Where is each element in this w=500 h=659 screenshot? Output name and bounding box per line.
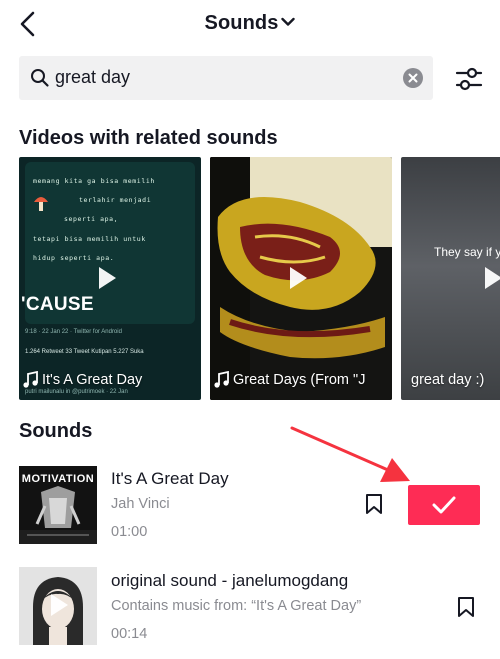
thumbnail-text: They say if y bbox=[434, 245, 500, 259]
video-card-caption: great day :) bbox=[411, 372, 484, 388]
sound-duration: 00:14 bbox=[111, 626, 148, 642]
thumbnail-text: memang kita ga bisa memilih bbox=[33, 177, 155, 185]
thumbnail-meta: putri mailunalu in @putrimoek · 22 Jan bbox=[25, 389, 128, 395]
video-card-caption-text: great day :) bbox=[411, 372, 485, 388]
header: Sounds bbox=[0, 0, 500, 50]
page-title[interactable]: Sounds bbox=[0, 12, 500, 35]
sound-cover bbox=[19, 567, 97, 645]
cover-text: MOTIVATION bbox=[21, 473, 95, 485]
videos-section-title: Videos with related sounds bbox=[19, 127, 278, 149]
mushroom-icon bbox=[34, 197, 48, 211]
use-sound-button[interactable] bbox=[408, 485, 480, 525]
sound-title: It's A Great Day bbox=[111, 469, 229, 488]
video-carousel: memang kita ga bisa memilih terlahir men… bbox=[19, 157, 500, 400]
search-input[interactable] bbox=[55, 67, 385, 88]
bookmark-icon[interactable] bbox=[457, 596, 475, 618]
sound-list-item[interactable]: original sound - janelumogdang Contains … bbox=[0, 567, 500, 647]
sound-artist: Jah Vinci bbox=[111, 496, 170, 512]
search-bar bbox=[19, 56, 433, 100]
sounds-section-title: Sounds bbox=[19, 420, 93, 442]
play-icon bbox=[51, 594, 68, 616]
video-card[interactable]: Great Days (From "J bbox=[210, 157, 392, 400]
play-icon bbox=[99, 267, 116, 289]
video-card[interactable]: They say if y great day :) bbox=[401, 157, 500, 400]
thumbnail-big-text: 'CAUSE bbox=[21, 294, 94, 315]
video-card[interactable]: memang kita ga bisa memilih terlahir men… bbox=[19, 157, 201, 400]
filter-sliders-icon[interactable] bbox=[455, 66, 483, 92]
music-note-icon bbox=[214, 371, 229, 388]
sound-cover: MOTIVATION bbox=[19, 466, 97, 544]
page-title-label: Sounds bbox=[204, 12, 279, 34]
thumbnail-text: hidup seperti apa. bbox=[33, 254, 115, 262]
search-icon bbox=[31, 69, 49, 87]
video-card-caption-text: Great Days (From "J bbox=[233, 371, 366, 388]
play-icon bbox=[485, 267, 500, 289]
thumbnail-text: seperti apa, bbox=[64, 215, 119, 223]
thumbnail-meta: 9:18 · 22 Jan 22 · Twitter for Android bbox=[25, 329, 122, 335]
video-card-caption: Great Days (From "J bbox=[214, 371, 365, 388]
thumbnail-meta: 1.264 Retweet 33 Tweet Kutipan 5.227 Suk… bbox=[25, 349, 144, 355]
sound-title: original sound - janelumogdang bbox=[111, 571, 349, 590]
sound-duration: 01:00 bbox=[111, 524, 148, 540]
thumbnail-text: tetapi bisa memilih untuk bbox=[33, 235, 146, 243]
play-icon bbox=[290, 267, 307, 289]
video-card-caption-text: It's A Great Day bbox=[42, 371, 143, 388]
chevron-down-icon bbox=[281, 18, 296, 26]
bookmark-icon[interactable] bbox=[365, 493, 383, 515]
checkmark-icon bbox=[432, 496, 456, 514]
clear-icon[interactable] bbox=[403, 68, 423, 88]
sound-artist: Contains music from: “It's A Great Day” bbox=[111, 598, 362, 614]
thumbnail-text: terlahir menjadi bbox=[79, 196, 152, 204]
video-card-caption: It's A Great Day bbox=[23, 371, 142, 388]
music-note-icon bbox=[23, 371, 38, 388]
